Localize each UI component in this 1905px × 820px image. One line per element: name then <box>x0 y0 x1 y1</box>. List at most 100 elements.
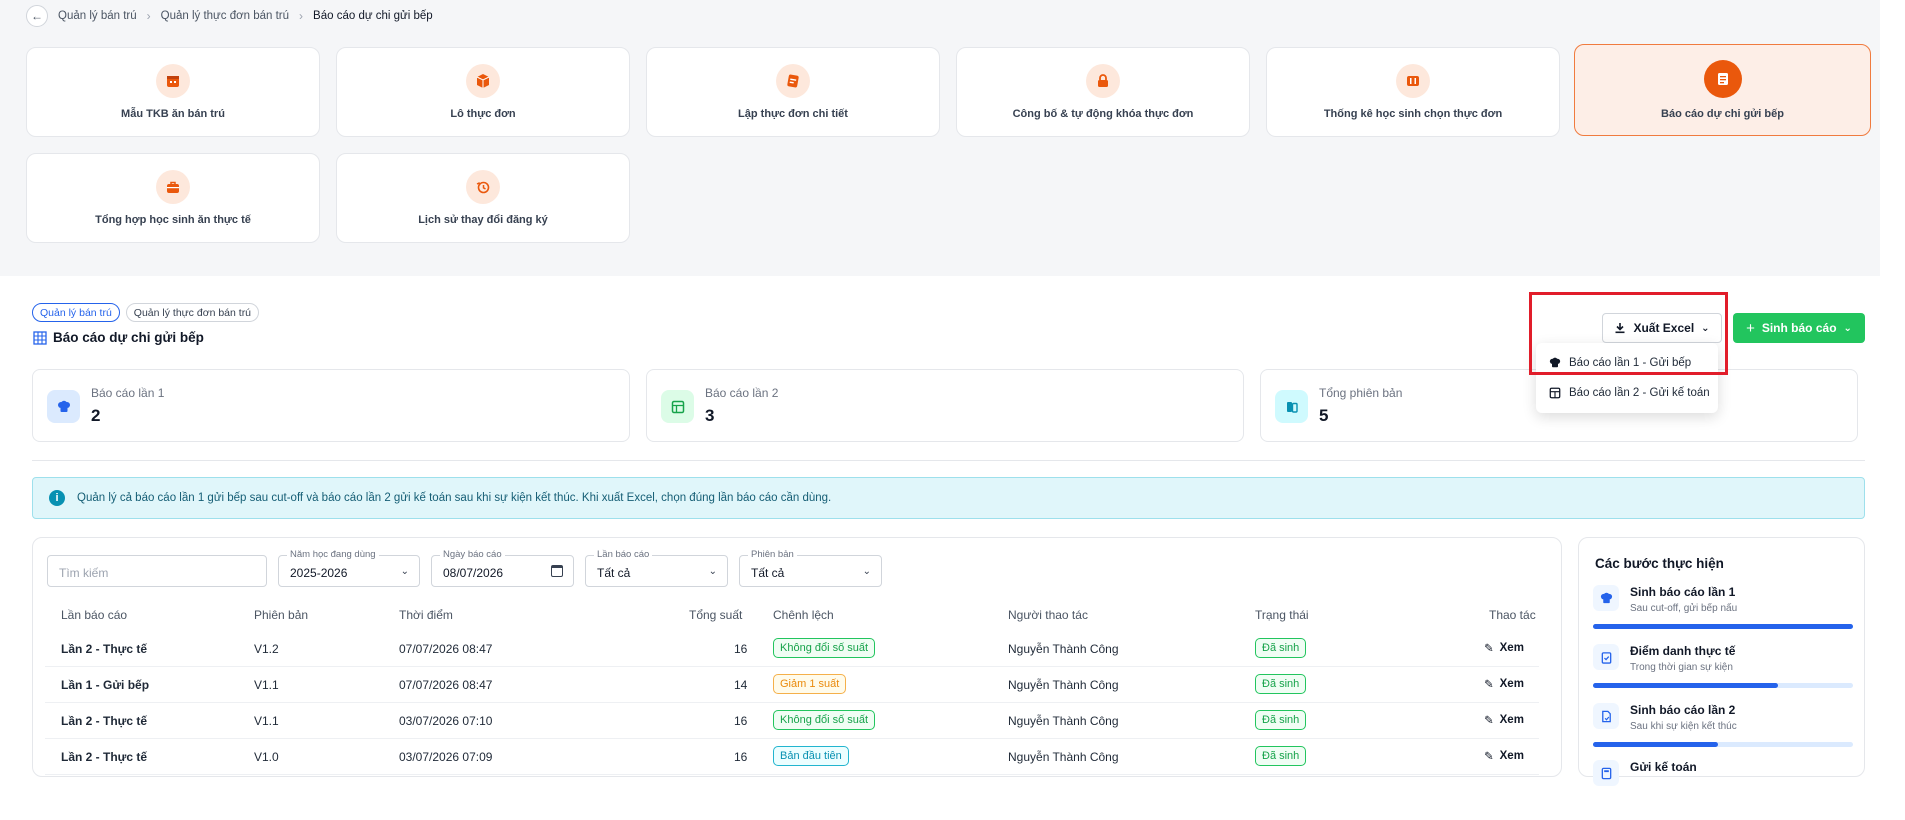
spreadsheet-icon <box>661 390 694 423</box>
step-progress-fill <box>1593 742 1718 747</box>
table-row[interactable]: Lần 2 - Thực tế V1.2 07/07/2026 08:47 16… <box>45 631 1539 667</box>
cell-version: V1.2 <box>254 642 279 656</box>
chef-hat-icon <box>47 390 80 423</box>
view-button[interactable]: ✎ Xem <box>1484 641 1524 655</box>
cell-version: V1.0 <box>254 750 279 764</box>
tile-label: Thống kê học sinh chọn thực đơn <box>1323 108 1503 120</box>
status-badge: Đã sinh <box>1255 710 1307 730</box>
stat-card-round1: Báo cáo lần 1 2 <box>32 369 630 442</box>
column-header: Tổng suất <box>689 608 743 622</box>
status-badge: Đã sinh <box>1255 674 1307 694</box>
table-row[interactable]: Lần 2 - Thực tế V1.0 03/07/2026 07:09 16… <box>45 739 1539 775</box>
annotation-highlight-box <box>1529 292 1728 375</box>
tile-label: Lịch sử thay đổi đăng ký <box>418 214 548 226</box>
chevron-down-icon: ⌄ <box>708 566 717 577</box>
search-input[interactable]: Tìm kiếm <box>47 555 267 587</box>
notes-icon <box>776 64 810 98</box>
cell-total: 16 <box>734 750 748 764</box>
step-desc: Sau khi sự kiện kết thúc <box>1630 721 1737 732</box>
generate-report-button[interactable]: + Sinh báo cáo ⌄ <box>1733 313 1865 343</box>
view-label: Xem <box>1499 642 1524 654</box>
diff-badge: Không đổi số suất <box>773 638 876 658</box>
tile-publish-lock-menu[interactable]: Công bố & tự động khóa thực đơn <box>956 47 1250 137</box>
step-name: Sinh báo cáo lần 2 <box>1630 703 1736 717</box>
page-title-text: Báo cáo dự chi gửi bếp <box>53 330 204 345</box>
school-year-select[interactable]: Năm học đang dùng 2025-2026 ⌄ <box>278 549 420 587</box>
versions-icon <box>1275 390 1308 423</box>
briefcase-icon <box>156 170 190 204</box>
stat-card-round2: Báo cáo lần 2 3 <box>646 369 1244 442</box>
pencil-icon: ✎ <box>1484 751 1494 763</box>
chevron-down-icon: ⌄ <box>1843 322 1852 334</box>
info-icon: i <box>49 490 65 506</box>
cell-version: V1.1 <box>254 678 279 692</box>
diff-badge: Không đổi số suất <box>773 710 876 730</box>
tile-menu-batch[interactable]: Lô thực đơn <box>336 47 630 137</box>
step-name: Sinh báo cáo lần 1 <box>1630 585 1736 599</box>
step-desc: Sau cut-off, gửi bếp nấu <box>1630 603 1738 614</box>
tag-menu-management[interactable]: Quản lý thực đơn bán trú <box>125 303 260 322</box>
arrow-left-icon: ← <box>31 9 43 23</box>
column-header: Chênh lệch <box>773 608 834 622</box>
view-button[interactable]: ✎ Xem <box>1484 677 1524 691</box>
tile-student-menu-stats[interactable]: Thống kê học sinh chọn thực đơn <box>1266 47 1560 137</box>
calendar-icon[interactable] <box>551 565 563 577</box>
tile-kitchen-report[interactable]: Báo cáo dự chi gửi bếp <box>1574 44 1871 136</box>
info-banner: i Quản lý cả báo cáo lần 1 gửi bếp sau c… <box>32 477 1865 519</box>
calendar-icon <box>156 64 190 98</box>
module-header: ← Quản lý bán trú › Quản lý thực đơn bán… <box>0 0 1880 276</box>
export-menu-item-round2[interactable]: Báo cáo lần 2 - Gửi kế toán <box>1536 378 1718 408</box>
breadcrumb-item-2[interactable]: Quản lý thực đơn bán trú <box>161 10 289 22</box>
breadcrumb-item-1[interactable]: Quản lý bán trú <box>58 10 137 22</box>
stat-label: Báo cáo lần 2 <box>705 386 779 400</box>
tile-actual-meal-summary[interactable]: Tổng hợp học sinh ăn thực tế <box>26 153 320 243</box>
export-menu-label: Báo cáo lần 2 - Gửi kế toán <box>1569 387 1710 399</box>
back-button[interactable]: ← <box>26 5 48 27</box>
column-header: Lần báo cáo <box>61 608 128 622</box>
diff-badge: Bản đầu tiên <box>773 746 849 766</box>
column-header: Phiên bản <box>254 608 309 622</box>
report-round-select[interactable]: Lần báo cáo Tất cả ⌄ <box>585 549 728 587</box>
cell-time: 03/07/2026 07:09 <box>399 750 493 764</box>
status-badge: Đã sinh <box>1255 638 1307 658</box>
stat-value: 2 <box>91 406 101 425</box>
cell-user: Nguyễn Thành Công <box>1008 678 1119 692</box>
page-title: Báo cáo dự chi gửi bếp <box>33 330 204 345</box>
table-row[interactable]: Lần 2 - Thực tế V1.1 03/07/2026 07:10 16… <box>45 703 1539 739</box>
field-label: Ngày báo cáo <box>440 549 505 560</box>
version-select[interactable]: Phiên bản Tất cả ⌄ <box>739 549 882 587</box>
step-item: Điểm danh thực tế Trong thời gian sự kiệ… <box>1593 644 1853 704</box>
view-label: Xem <box>1499 714 1524 726</box>
cell-round: Lần 1 - Gửi bếp <box>61 678 150 692</box>
divider <box>32 460 1865 461</box>
cell-version: V1.1 <box>254 714 279 728</box>
calculator-icon <box>1549 387 1561 399</box>
chevron-right-icon: › <box>146 9 151 23</box>
cell-time: 03/07/2026 07:10 <box>399 714 493 728</box>
tag-boarding-management[interactable]: Quản lý bán trú <box>32 303 120 322</box>
columns-icon <box>1396 64 1430 98</box>
tile-label: Công bố & tự động khóa thực đơn <box>1012 108 1194 120</box>
report-list-panel: Tìm kiếm Năm học đang dùng 2025-2026 ⌄ N… <box>32 537 1562 777</box>
table-row[interactable]: Lần 1 - Gửi bếp V1.1 07/07/2026 08:47 14… <box>45 667 1539 703</box>
step-progress-fill <box>1593 624 1853 629</box>
steps-panel: Các bước thực hiện Sinh báo cáo lần 1 Sa… <box>1578 537 1865 786</box>
tile-label: Lô thực đơn <box>450 108 516 120</box>
tile-label: Tổng hợp học sinh ăn thực tế <box>95 214 251 226</box>
file-chart-icon <box>1593 703 1619 729</box>
field-value: Tất cả <box>597 566 631 580</box>
view-label: Xem <box>1499 750 1524 762</box>
tile-registration-history[interactable]: Lịch sử thay đổi đăng ký <box>336 153 630 243</box>
diff-badge: Giảm 1 suất <box>773 674 847 694</box>
lock-icon <box>1086 64 1120 98</box>
stat-label: Báo cáo lần 1 <box>91 386 165 400</box>
view-button[interactable]: ✎ Xem <box>1484 749 1524 763</box>
tile-detailed-menu[interactable]: Lập thực đơn chi tiết <box>646 47 940 137</box>
view-button[interactable]: ✎ Xem <box>1484 713 1524 727</box>
cell-total: 16 <box>734 642 748 656</box>
tile-meal-schedule-template[interactable]: Mẫu TKB ăn bán trú <box>26 47 320 137</box>
report-date-input[interactable]: Ngày báo cáo 08/07/2026 <box>431 549 574 587</box>
info-text: Quản lý cả báo cáo lần 1 gửi bếp sau cut… <box>77 492 832 504</box>
cell-time: 07/07/2026 08:47 <box>399 642 493 656</box>
status-badge: Đã sinh <box>1255 746 1307 766</box>
